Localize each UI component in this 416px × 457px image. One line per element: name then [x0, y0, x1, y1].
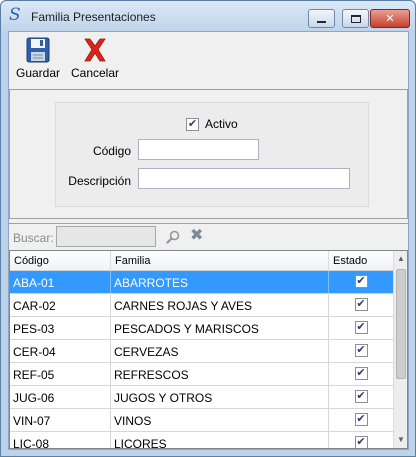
cell-status: ✔: [329, 363, 393, 385]
status-checkbox[interactable]: ✔: [354, 321, 368, 334]
cell-code: ABA-01: [10, 271, 111, 293]
close-button[interactable]: ✕: [370, 9, 410, 28]
cell-family: VINOS: [111, 409, 329, 431]
cancel-button[interactable]: Cancelar: [65, 36, 125, 80]
status-checkbox[interactable]: ✔: [354, 275, 368, 288]
cell-code: VIN-07: [10, 409, 111, 431]
minimize-button[interactable]: [308, 9, 335, 28]
families-table: Código Familia Estado ABA-01 ABARROTES ✔ CA…: [9, 250, 408, 449]
cell-status: ✔: [329, 294, 393, 316]
scroll-up-icon[interactable]: ▲: [394, 251, 407, 267]
status-checkbox[interactable]: ✔: [354, 436, 368, 448]
cell-status: ✔: [329, 386, 393, 408]
floppy-disk-icon: [26, 37, 50, 63]
status-checkbox[interactable]: ✔: [354, 367, 368, 380]
search-input[interactable]: [56, 226, 156, 247]
table-row[interactable]: LIC-08 LICORES ✔: [10, 432, 393, 448]
cell-status: ✔: [329, 409, 393, 431]
table-body: ABA-01 ABARROTES ✔ CAR-02 CARNES ROJAS Y AVE…: [10, 271, 393, 448]
app-window: S Familia Presentaciones ✕ Guardar Cance…: [0, 0, 416, 457]
cell-code: REF-05: [10, 363, 111, 385]
title-bar[interactable]: S Familia Presentaciones ✕: [1, 1, 415, 31]
close-icon: ✕: [385, 13, 395, 25]
column-header-code[interactable]: Código: [10, 251, 111, 271]
save-label: Guardar: [15, 66, 61, 80]
column-header-status[interactable]: Estado: [329, 251, 393, 271]
table-row[interactable]: ABA-01 ABARROTES ✔: [10, 271, 393, 294]
toolbar: Guardar Cancelar: [9, 32, 408, 89]
search-bar: Buscar: ✖: [9, 223, 408, 247]
vertical-scrollbar[interactable]: ▲ ▼: [393, 251, 407, 448]
cell-status: ✔: [329, 317, 393, 339]
active-checkbox[interactable]: ✔: [186, 117, 199, 131]
table-row[interactable]: JUG-06 JUGOS Y OTROS ✔: [10, 386, 393, 409]
table-row[interactable]: CAR-02 CARNES ROJAS Y AVES ✔: [10, 294, 393, 317]
window-title: Familia Presentaciones: [31, 10, 156, 24]
cell-code: CAR-02: [10, 294, 111, 316]
cell-family: CERVEZAS: [111, 340, 329, 362]
description-input[interactable]: [138, 168, 350, 189]
cell-code: CER-04: [10, 340, 111, 362]
maximize-icon: [350, 14, 361, 23]
minimize-icon: [317, 20, 326, 23]
table-row[interactable]: PES-03 PESCADOS Y MARISCOS ✔: [10, 317, 393, 340]
save-button[interactable]: Guardar: [15, 36, 61, 80]
cell-family: ABARROTES: [111, 271, 329, 293]
form-panel: ✔ Activo Código Descripción: [9, 89, 408, 219]
cell-family: REFRESCOS: [111, 363, 329, 385]
scroll-down-icon[interactable]: ▼: [394, 432, 407, 448]
status-checkbox[interactable]: ✔: [354, 390, 368, 403]
cell-status: ✔: [329, 271, 393, 293]
table-header: Código Familia Estado: [10, 251, 407, 271]
cell-family: PESCADOS Y MARISCOS: [111, 317, 329, 339]
column-header-family[interactable]: Familia: [111, 251, 329, 271]
cell-status: ✔: [329, 432, 393, 448]
cell-code: JUG-06: [10, 386, 111, 408]
description-label: Descripción: [68, 174, 131, 188]
cell-family: JUGOS Y OTROS: [111, 386, 329, 408]
code-input[interactable]: [138, 139, 259, 160]
search-icon[interactable]: [166, 230, 180, 244]
status-checkbox[interactable]: ✔: [354, 344, 368, 357]
search-label: Buscar:: [13, 231, 54, 245]
cell-code: PES-03: [10, 317, 111, 339]
table-row[interactable]: CER-04 CERVEZAS ✔: [10, 340, 393, 363]
clear-search-icon[interactable]: ✖: [190, 228, 204, 244]
client-area: Guardar Cancelar ✔ Activo Código Descrip…: [8, 31, 409, 450]
status-checkbox[interactable]: ✔: [354, 298, 368, 311]
cell-family: CARNES ROJAS Y AVES: [111, 294, 329, 316]
cell-family: LICORES: [111, 432, 329, 448]
app-logo-icon: S: [9, 5, 21, 25]
table-row[interactable]: REF-05 REFRESCOS ✔: [10, 363, 393, 386]
status-checkbox[interactable]: ✔: [354, 413, 368, 426]
active-label: Activo: [205, 117, 238, 131]
scrollbar-thumb[interactable]: [396, 269, 406, 379]
form-group: ✔ Activo Código Descripción: [55, 102, 369, 207]
code-label: Código: [92, 144, 131, 158]
table-row[interactable]: VIN-07 VINOS ✔: [10, 409, 393, 432]
cancel-label: Cancelar: [70, 66, 120, 80]
active-checkbox-row[interactable]: ✔ Activo: [186, 117, 238, 131]
cell-status: ✔: [329, 340, 393, 362]
cell-code: LIC-08: [10, 432, 111, 448]
cancel-x-icon: [84, 38, 106, 62]
maximize-button[interactable]: [342, 9, 369, 28]
